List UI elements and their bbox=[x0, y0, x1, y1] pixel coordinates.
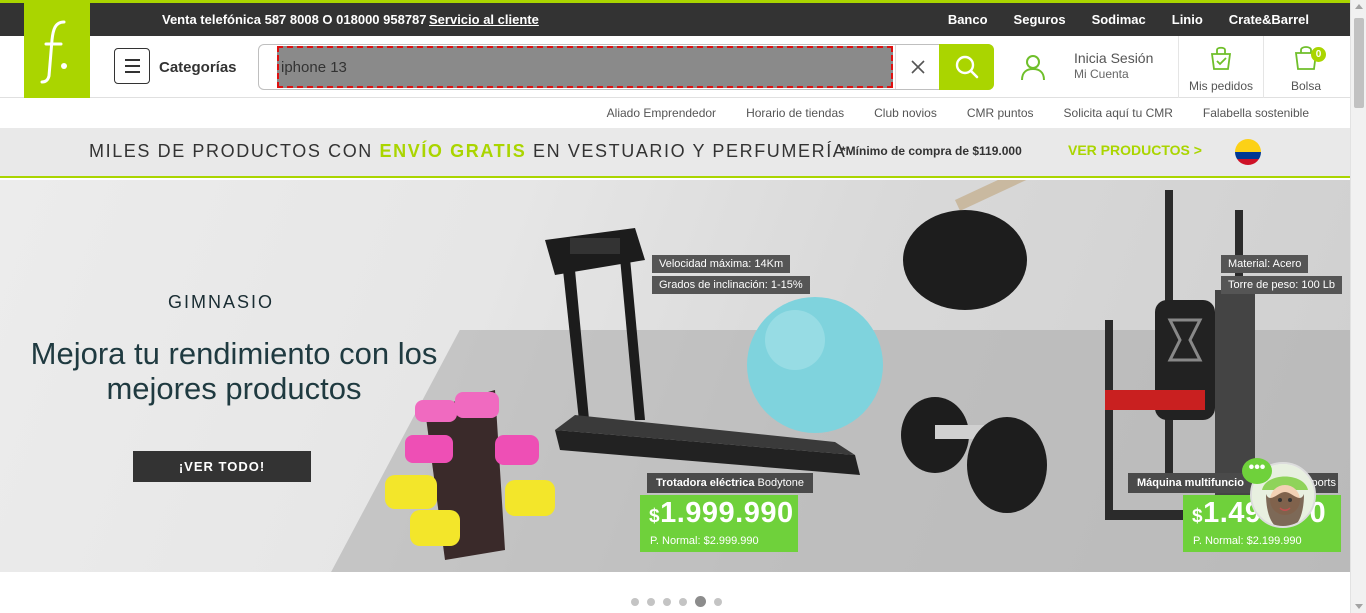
product-brand: Bodytone bbox=[754, 477, 804, 489]
top-bar: Venta telefónica 587 8008 O 018000 95878… bbox=[0, 0, 1350, 36]
subnav-cmr-puntos[interactable]: CMR puntos bbox=[967, 106, 1034, 120]
search-icon bbox=[955, 55, 978, 79]
hero-banner[interactable]: GIMNASIO Mejora tu rendimiento con los m… bbox=[0, 180, 1350, 572]
top-link-linio[interactable]: Linio bbox=[1172, 12, 1203, 27]
product-name-treadmill: Trotadora eléctrica Bodytone bbox=[647, 473, 813, 493]
gym-spec-material: Material: Acero bbox=[1221, 255, 1309, 273]
divider bbox=[1263, 36, 1264, 98]
subnav-aliado-emprendedor[interactable]: Aliado Emprendedor bbox=[607, 106, 716, 120]
carousel-dot-3[interactable] bbox=[663, 597, 671, 606]
hero-title: Mejora tu rendimiento con los mejores pr… bbox=[30, 336, 438, 406]
subnav-solicita-cmr[interactable]: Solicita aquí tu CMR bbox=[1064, 106, 1173, 120]
my-orders-button[interactable]: Mis pedidos bbox=[1186, 44, 1256, 93]
carousel-dot-5[interactable] bbox=[695, 596, 706, 607]
see-products-link[interactable]: VER PRODUCTOS > bbox=[1068, 142, 1202, 158]
hamburger-line bbox=[124, 65, 140, 67]
subnav-club-novios[interactable]: Club novios bbox=[874, 106, 937, 120]
treadmill-spec-speed: Velocidad máxima: 14Km bbox=[652, 255, 791, 273]
top-link-banco[interactable]: Banco bbox=[948, 12, 988, 27]
subnav-horario-tiendas[interactable]: Horario de tiendas bbox=[746, 106, 844, 120]
scrollbar-thumb[interactable] bbox=[1354, 18, 1364, 108]
customer-service-link[interactable]: Servicio al cliente bbox=[429, 12, 539, 27]
phone-sales-text: Venta telefónica 587 8008 O 018000 95878… bbox=[162, 12, 427, 27]
hero-category: GIMNASIO bbox=[168, 292, 275, 312]
promo-text-after: EN VESTUARIO Y PERFUMERÍA bbox=[526, 141, 847, 161]
page: Venta telefónica 587 8008 O 018000 95878… bbox=[0, 0, 1366, 613]
promo-minimum: *Mínimo de compra de $119.000 bbox=[841, 144, 1022, 158]
top-link-sodimac[interactable]: Sodimac bbox=[1092, 12, 1146, 27]
categories-menu-button[interactable] bbox=[114, 48, 150, 84]
price-normal: P. Normal: $2.199.990 bbox=[1193, 535, 1302, 547]
promo-text: MILES DE PRODUCTOS CON ENVÍO GRATIS EN V… bbox=[89, 141, 846, 162]
carousel-dot-4[interactable] bbox=[679, 597, 687, 606]
promo-text-before: MILES DE PRODUCTOS CON bbox=[89, 141, 380, 161]
currency-symbol: $ bbox=[649, 506, 661, 527]
price-amount: 1.999.990 bbox=[660, 497, 794, 529]
dumbbell-top-image bbox=[903, 180, 1051, 310]
treadmill-spec-incline: Grados de inclinación: 1-15% bbox=[652, 276, 810, 294]
dumbbell-bottom-image bbox=[901, 397, 1047, 513]
carousel-dot-2[interactable] bbox=[647, 597, 655, 606]
bag-button[interactable]: 0 Bolsa bbox=[1276, 44, 1336, 93]
falabella-f-icon bbox=[40, 20, 67, 83]
scroll-down-arrow-icon[interactable] bbox=[1355, 604, 1363, 609]
see-all-button[interactable]: ¡VER TODO! bbox=[133, 451, 311, 482]
orders-icon bbox=[1210, 46, 1232, 70]
clear-search-button[interactable] bbox=[895, 45, 939, 89]
hamburger-icon bbox=[124, 59, 140, 61]
bag-count-badge: 0 bbox=[1311, 47, 1326, 62]
product-name-bold: Máquina multifuncio bbox=[1137, 477, 1244, 489]
hamburger-line bbox=[124, 71, 140, 73]
falabella-logo[interactable] bbox=[24, 3, 90, 98]
close-icon bbox=[910, 60, 925, 74]
bag-label: Bolsa bbox=[1290, 79, 1322, 93]
page-scrollbar[interactable] bbox=[1350, 0, 1366, 613]
login-link[interactable]: Inicia Sesión bbox=[1074, 50, 1153, 66]
search-bar bbox=[258, 44, 994, 90]
search-input[interactable] bbox=[277, 46, 893, 88]
my-account-link[interactable]: Mi Cuenta bbox=[1074, 67, 1129, 81]
chat-bubble-icon[interactable]: ••• bbox=[1242, 458, 1272, 484]
exercise-ball-image bbox=[747, 297, 883, 433]
carousel-dot-6[interactable] bbox=[714, 597, 722, 606]
gym-spec-weight: Torre de peso: 100 Lb bbox=[1221, 276, 1343, 294]
subnav-falabella-sostenible[interactable]: Falabella sostenible bbox=[1203, 106, 1309, 120]
price-value: $1.999.990 bbox=[649, 497, 794, 530]
promo-highlight: ENVÍO GRATIS bbox=[379, 141, 527, 161]
product-name-bold: Trotadora eléctrica bbox=[656, 477, 755, 489]
price-normal: P. Normal: $2.999.990 bbox=[650, 535, 759, 547]
main-header: Categorías Inicia Sesión Mi Cuenta bbox=[0, 36, 1350, 98]
carousel-dots bbox=[631, 596, 722, 607]
free-shipping-banner: MILES DE PRODUCTOS CON ENVÍO GRATIS EN V… bbox=[0, 128, 1350, 178]
top-link-seguros[interactable]: Seguros bbox=[1014, 12, 1066, 27]
colombia-flag-icon[interactable] bbox=[1235, 139, 1261, 165]
price-tag-treadmill: $1.999.990 P. Normal: $2.999.990 bbox=[640, 495, 798, 552]
my-orders-label: Mis pedidos bbox=[1188, 79, 1254, 93]
top-link-crate-barrel[interactable]: Crate&Barrel bbox=[1229, 12, 1309, 27]
user-icon[interactable] bbox=[1020, 53, 1046, 81]
top-links: Banco Seguros Sodimac Linio Crate&Barrel bbox=[922, 12, 1309, 27]
carousel-dot-1[interactable] bbox=[631, 597, 639, 606]
divider bbox=[1178, 36, 1179, 98]
scroll-up-arrow-icon[interactable] bbox=[1355, 4, 1363, 9]
secondary-nav: Aliado Emprendedor Horario de tiendas Cl… bbox=[0, 98, 1350, 128]
currency-symbol: $ bbox=[1192, 506, 1204, 527]
search-button[interactable] bbox=[939, 44, 994, 90]
categories-label[interactable]: Categorías bbox=[159, 59, 237, 76]
